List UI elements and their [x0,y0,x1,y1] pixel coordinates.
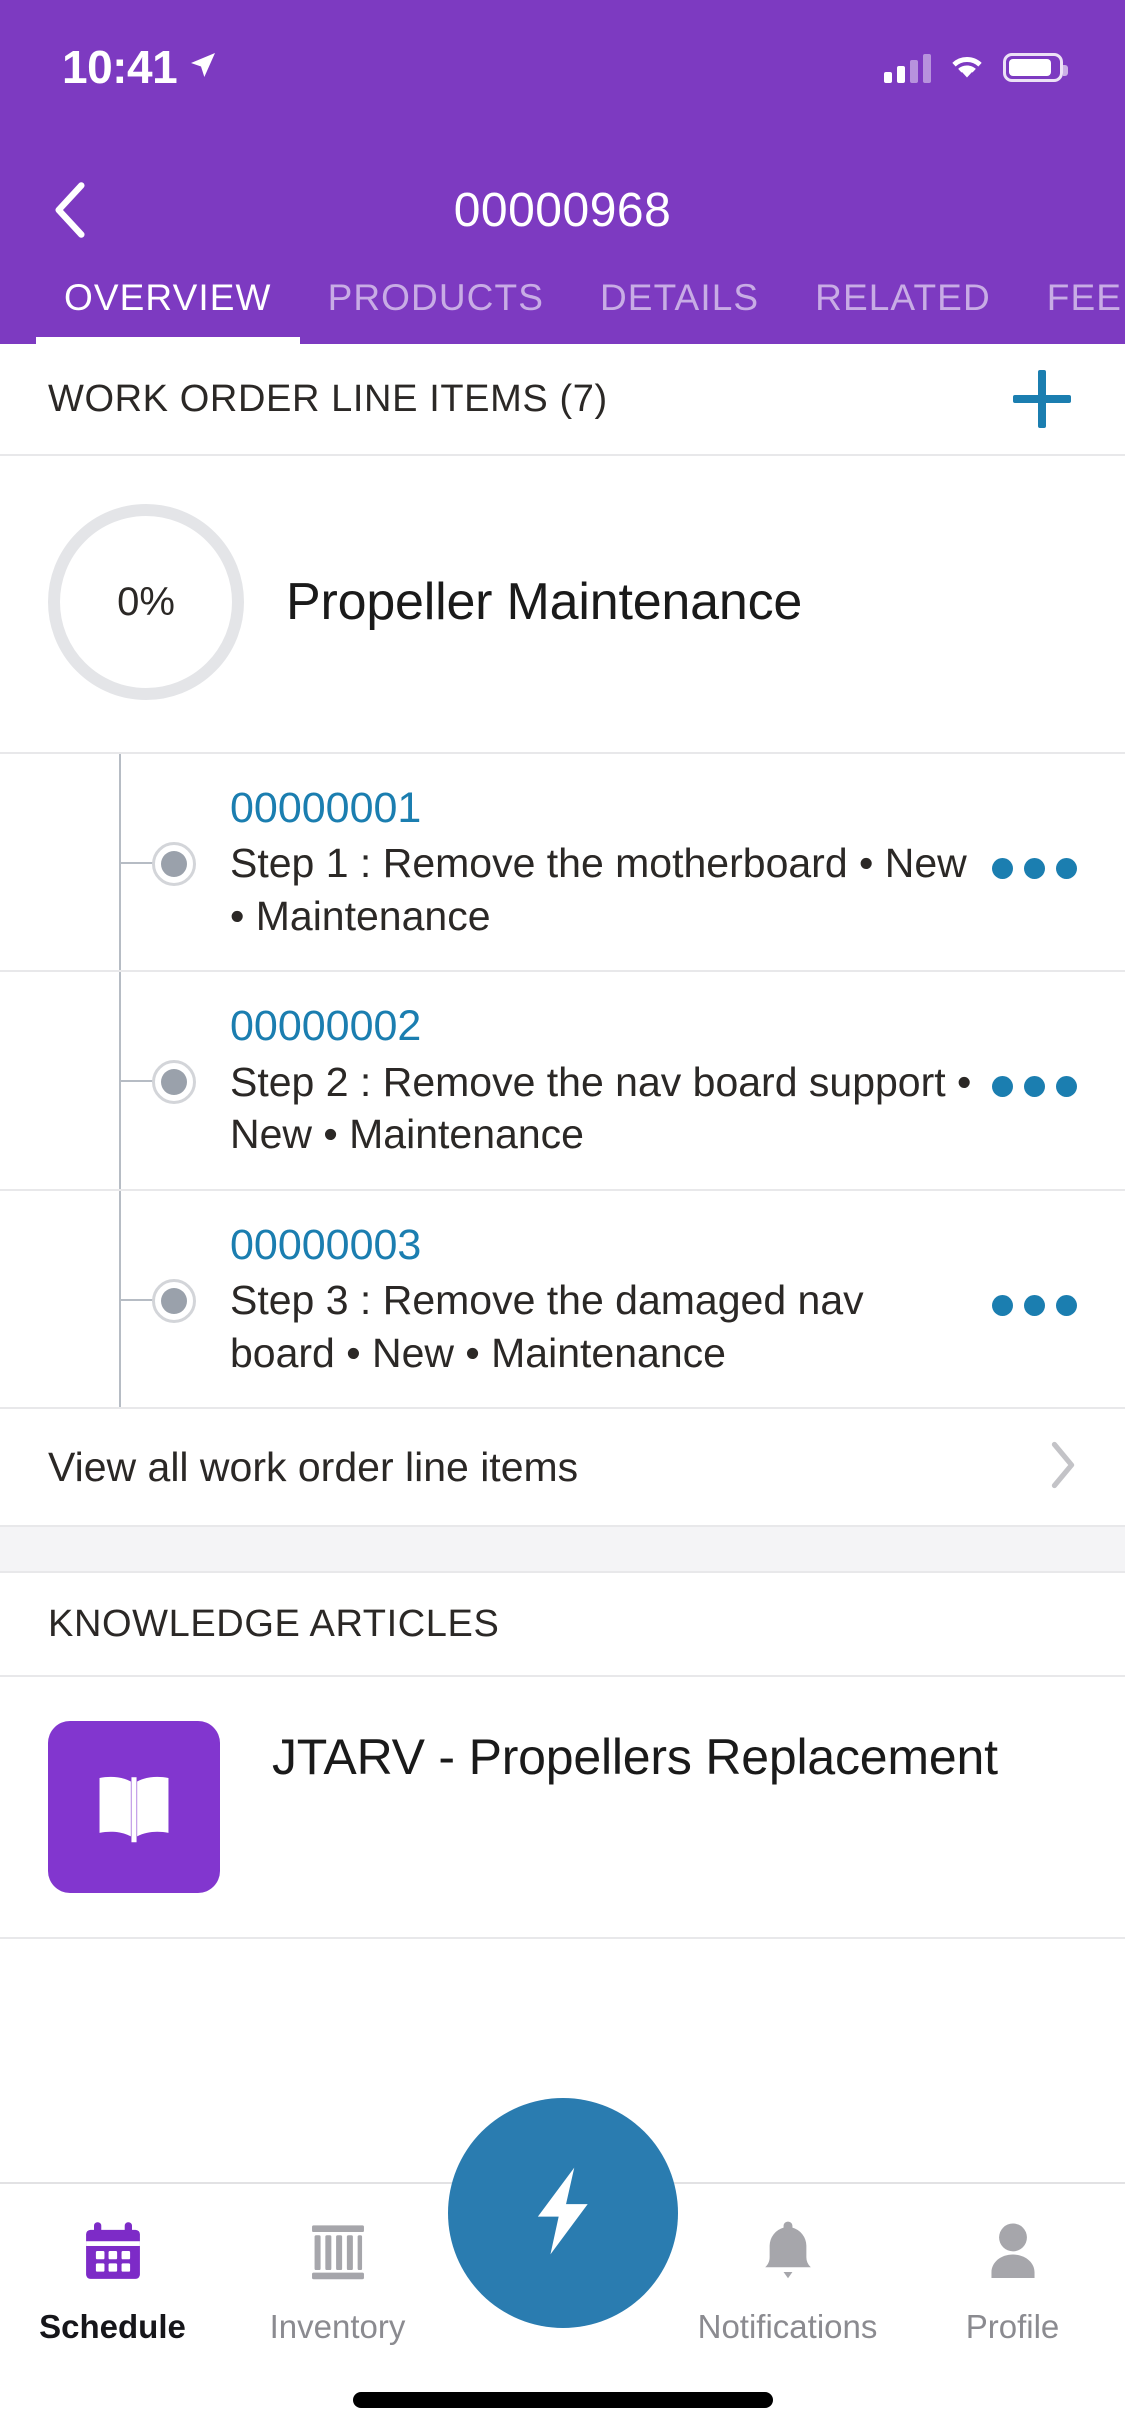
tab-details-label: DETAILS [599,277,760,318]
status-bar-right [884,44,1068,85]
bottom-nav-item-inventory[interactable]: Inventory [225,2210,450,2346]
work-order-name: Propeller Maintenance [286,573,803,631]
section-divider [0,1525,1125,1574]
status-dot-icon[interactable] [152,1060,196,1105]
bell-icon [750,2210,826,2294]
tab-products[interactable]: PRODUCTS [300,252,572,344]
item-body: 00000001 Step 1 : Remove the motherboard… [230,784,992,942]
list-item[interactable]: 00000002 Step 2 : Remove the nav board s… [0,972,1125,1191]
list-item[interactable]: 00000003 Step 3 : Remove the damaged nav… [0,1191,1125,1410]
quick-action-button[interactable] [447,2098,678,2328]
app-screen: 10:41 00000968 OVERVIEW PRODUCTS DETAILS… [0,0,1125,2436]
wifi-icon [947,50,987,85]
page-title: 00000968 [453,183,672,237]
line-item-code[interactable]: 00000001 [230,784,972,833]
bottom-nav-label-profile: Profile [965,2308,1060,2345]
navigation-bar: 00000968 [0,168,1125,252]
bottom-nav-label-schedule: Schedule [39,2308,186,2345]
item-body: 00000003 Step 3 : Remove the damaged nav… [230,1221,992,1379]
tab-related[interactable]: RELATED [787,252,1019,344]
knowledge-section-title: KNOWLEDGE ARTICLES [48,1602,500,1645]
status-bar-time: 10:41 [62,41,178,93]
status-dot-icon[interactable] [152,842,196,886]
cellular-signal-icon [884,53,931,83]
view-all-label: View all work order line items [48,1443,579,1490]
overflow-menu-icon[interactable] [992,1002,1085,1098]
chevron-left-icon [55,182,85,238]
person-icon [975,2210,1051,2294]
tab-products-label: PRODUCTS [327,277,544,318]
bottom-nav-label-inventory: Inventory [269,2308,406,2345]
progress-row: 0% Propeller Maintenance [0,456,1125,754]
overflow-menu-icon[interactable] [992,1221,1085,1316]
knowledge-articles-header: KNOWLEDGE ARTICLES [0,1573,1125,1678]
bottom-nav-label-notifications: Notifications [697,2308,878,2345]
status-bar: 10:41 [0,0,1125,168]
back-button[interactable] [40,175,100,245]
home-indicator [352,2392,773,2408]
tab-related-label: RELATED [815,277,991,318]
bottom-nav-item-profile[interactable]: Profile [900,2210,1125,2346]
view-all-line-items-row[interactable]: View all work order line items [0,1409,1125,1526]
status-dot-icon[interactable] [152,1278,196,1323]
line-item-code[interactable]: 00000003 [230,1221,972,1270]
bottom-navigation-bar: Schedule Inventory Notifications Profile [0,2098,1125,2436]
list-item[interactable]: 00000001 Step 1 : Remove the motherboard… [0,754,1125,973]
line-item-description: Step 3 : Remove the damaged nav board • … [230,1277,864,1376]
tab-details[interactable]: DETAILS [572,252,787,344]
line-items-list: 00000001 Step 1 : Remove the motherboard… [0,754,1125,1410]
chevron-right-icon [1049,1441,1077,1494]
line-item-description: Step 2 : Remove the nav board support • … [230,1058,972,1158]
tab-feed[interactable]: FEED [1019,252,1125,344]
lightning-bolt-icon [511,2159,615,2268]
bottom-nav-item-notifications[interactable]: Notifications [675,2210,900,2346]
tab-bar: OVERVIEW PRODUCTS DETAILS RELATED FEED [0,252,1125,344]
tab-feed-label: FEED [1046,277,1125,318]
overflow-menu-icon[interactable] [992,784,1085,879]
line-item-code[interactable]: 00000002 [230,1002,972,1051]
inventory-icon [300,2210,376,2294]
tab-overview-label: OVERVIEW [64,277,272,318]
battery-icon [1003,53,1068,82]
plus-icon[interactable] [1007,364,1077,434]
tab-overview[interactable]: OVERVIEW [36,252,300,344]
status-bar-left: 10:41 [62,44,219,90]
calendar-icon [75,2210,151,2294]
work-order-line-items-header: WORK ORDER LINE ITEMS (7) [0,344,1125,456]
location-arrow-icon [187,49,219,86]
book-icon [48,1721,220,1894]
section-title: WORK ORDER LINE ITEMS (7) [48,377,608,420]
progress-percent-label: 0% [117,579,175,624]
line-item-description: Step 1 : Remove the motherboard • New • … [230,840,967,939]
progress-ring: 0% [48,504,244,700]
knowledge-article-item[interactable]: JTARV - Propellers Replacement [0,1677,1125,1940]
bottom-nav-item-schedule[interactable]: Schedule [0,2210,225,2346]
item-body: 00000002 Step 2 : Remove the nav board s… [230,1002,992,1160]
knowledge-article-title: JTARV - Propellers Replacement [272,1729,998,1786]
